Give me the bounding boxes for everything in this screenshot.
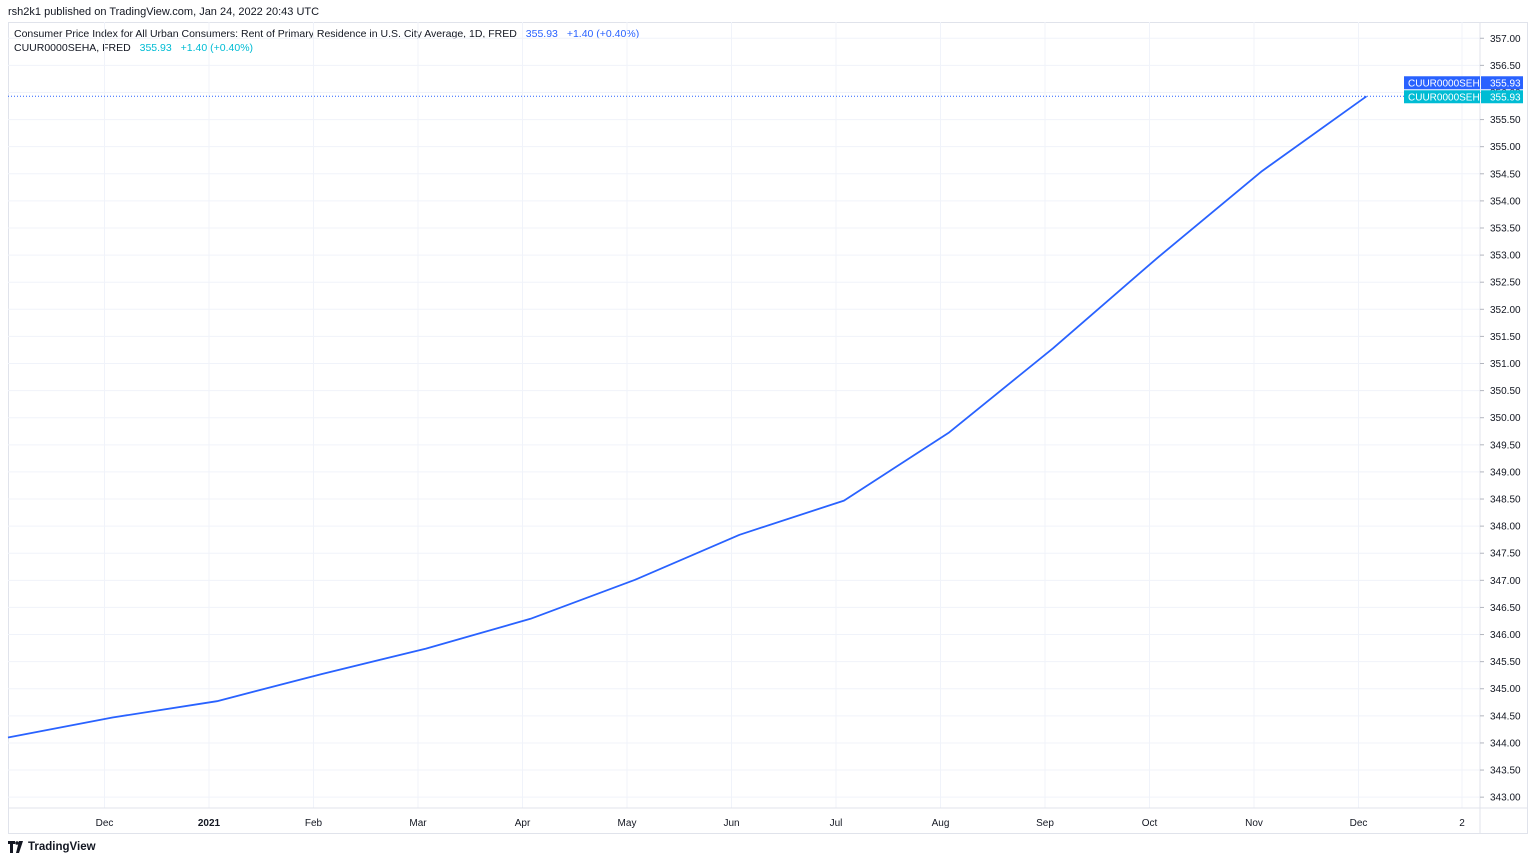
y-tick-label: 353.50: [1490, 223, 1521, 234]
y-tick-label: 344.00: [1490, 738, 1521, 749]
tradingview-logo-icon: [8, 841, 23, 853]
y-tick-label: 351.50: [1490, 332, 1521, 343]
y-tick-label: 357.00: [1490, 34, 1521, 45]
x-tick-label: Nov: [1245, 818, 1263, 829]
x-tick-label: Apr: [515, 818, 531, 829]
plot-area: [7, 95, 1480, 739]
y-tick-label: 347.00: [1490, 576, 1521, 587]
x-tick-label: Oct: [1142, 818, 1158, 829]
x-tick-label: Aug: [932, 818, 950, 829]
series-line-cuur0000seha[interactable]: [7, 95, 1368, 739]
last-value-price: 355.93: [1490, 78, 1521, 89]
y-axis: 343.00 343.50 344.00 344.50 345.00 345.50 346.…: [1479, 22, 1521, 834]
y-tick-label: 349.50: [1490, 440, 1521, 451]
x-tick-label: Sep: [1036, 818, 1054, 829]
y-tick-label: 347.50: [1490, 549, 1521, 560]
y-tick-label: 353.00: [1490, 251, 1521, 262]
y-tick-label: 348.50: [1490, 495, 1521, 506]
y-tick-label: 345.50: [1490, 657, 1521, 668]
y-tick-label: 352.00: [1490, 305, 1521, 316]
line-chart[interactable]: 343.00 343.50 344.00 344.50 345.00 345.50 346.…: [0, 0, 1536, 863]
y-tick-label: 343.50: [1490, 766, 1521, 777]
y-tick-label: 350.50: [1490, 386, 1521, 397]
y-tick-label: 350.00: [1490, 413, 1521, 424]
y-tick-label: 355.00: [1490, 142, 1521, 153]
x-tick-label: Jul: [830, 818, 843, 829]
y-tick-label: 346.50: [1490, 603, 1521, 614]
x-tick-label: Dec: [96, 818, 114, 829]
last-value-name: CUUR0000SEHA: [1408, 78, 1487, 89]
y-tick-label: 356.50: [1490, 61, 1521, 72]
y-tick-label: 354.50: [1490, 169, 1521, 180]
x-tick-label: 2021: [198, 818, 221, 829]
x-tick-label: Feb: [305, 818, 323, 829]
x-tick-label: Dec: [1350, 818, 1368, 829]
y-tick-label: 352.50: [1490, 278, 1521, 289]
y-tick-label: 344.50: [1490, 711, 1521, 722]
y-tick-label: 355.50: [1490, 115, 1521, 126]
y-tick-label: 349.00: [1490, 467, 1521, 478]
x-tick-label: Jun: [723, 818, 739, 829]
x-tick-label: May: [618, 818, 637, 829]
x-axis: Dec 2021 Feb Mar Apr May Jun Jul Aug Sep Oct Nov Dec…: [8, 807, 1528, 829]
tradingview-brand: TradingView: [28, 841, 96, 853]
y-tick-label: 345.00: [1490, 684, 1521, 695]
x-tick-label: Mar: [409, 818, 427, 829]
y-tick-label: 348.00: [1490, 522, 1521, 533]
last-value-name: CUUR0000SEHA: [1408, 92, 1487, 103]
footer: TradingView: [8, 841, 96, 853]
y-tick-label: 354.00: [1490, 196, 1521, 207]
y-tick-label: 343.00: [1490, 793, 1521, 804]
y-tick-label: 346.00: [1490, 630, 1521, 641]
y-tick-label: 351.00: [1490, 359, 1521, 370]
x-tick-label: 2: [1459, 818, 1465, 829]
grid-lines: [8, 22, 1480, 808]
last-value-price: 355.93: [1490, 92, 1521, 103]
